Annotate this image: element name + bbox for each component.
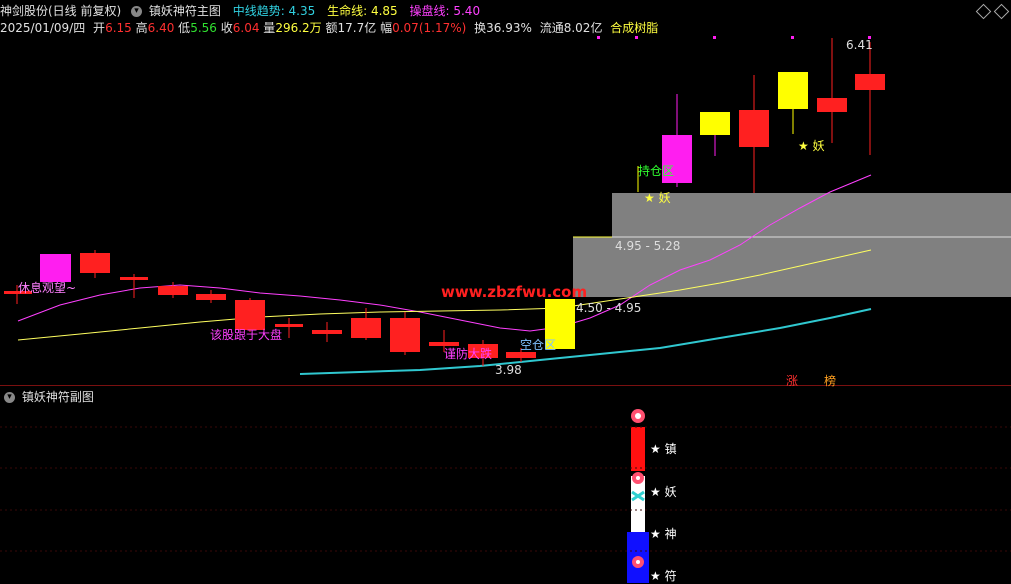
candle	[817, 98, 847, 112]
sub-chart-title[interactable]: 镇妖神符副图	[22, 390, 94, 404]
candle	[196, 294, 226, 300]
candle	[390, 318, 420, 352]
hold-zone-upper	[612, 193, 1011, 237]
sub-label-fu: ★ 符	[650, 569, 677, 583]
low-price-label: 3.98	[495, 363, 522, 377]
sub-label-shen: ★ 神	[650, 527, 677, 541]
candle	[351, 318, 381, 338]
candle	[158, 286, 188, 295]
signal-dots	[597, 36, 871, 39]
candle	[778, 72, 808, 109]
candle	[120, 277, 148, 280]
candle	[855, 74, 885, 90]
candle	[739, 110, 769, 147]
sub-indicator-dropdown-icon[interactable]: ▾	[4, 392, 15, 403]
pane-divider[interactable]	[0, 385, 1011, 386]
star-yao-label-1: ★ 妖	[644, 191, 671, 205]
star-yao-label-2: ★ 妖	[798, 139, 825, 153]
sub-white-bar	[631, 476, 645, 532]
watermark-text: www.zbzfwu.com	[441, 283, 588, 301]
candle	[40, 254, 71, 282]
zone-bottom-label: 4.50 - 4.95	[576, 301, 642, 315]
watch-zone-label: 持仓区	[638, 164, 675, 178]
candle	[700, 112, 730, 135]
sub-label-yao: ★ 妖	[650, 485, 677, 499]
rest-watch-label: 休息观望~	[18, 281, 77, 295]
candle	[80, 253, 110, 273]
zhang-label: 涨	[786, 374, 799, 388]
zone-top-label: 4.95 - 5.28	[615, 239, 681, 253]
trend-line	[299, 308, 872, 375]
sub-chart-header: ▾ 镇妖神符副图	[2, 388, 94, 405]
candle	[312, 330, 342, 334]
follow-market-label: 该股跟于大盘	[210, 328, 283, 342]
sub-red-bar	[631, 427, 645, 471]
high-price-label: 6.41	[846, 38, 873, 52]
empty-zone-label: 空仓区	[520, 338, 557, 352]
bang-label: 榜	[824, 374, 837, 388]
defend-label: 谨防大跌	[444, 347, 493, 361]
sub-label-zhen: ★ 镇	[650, 442, 677, 456]
